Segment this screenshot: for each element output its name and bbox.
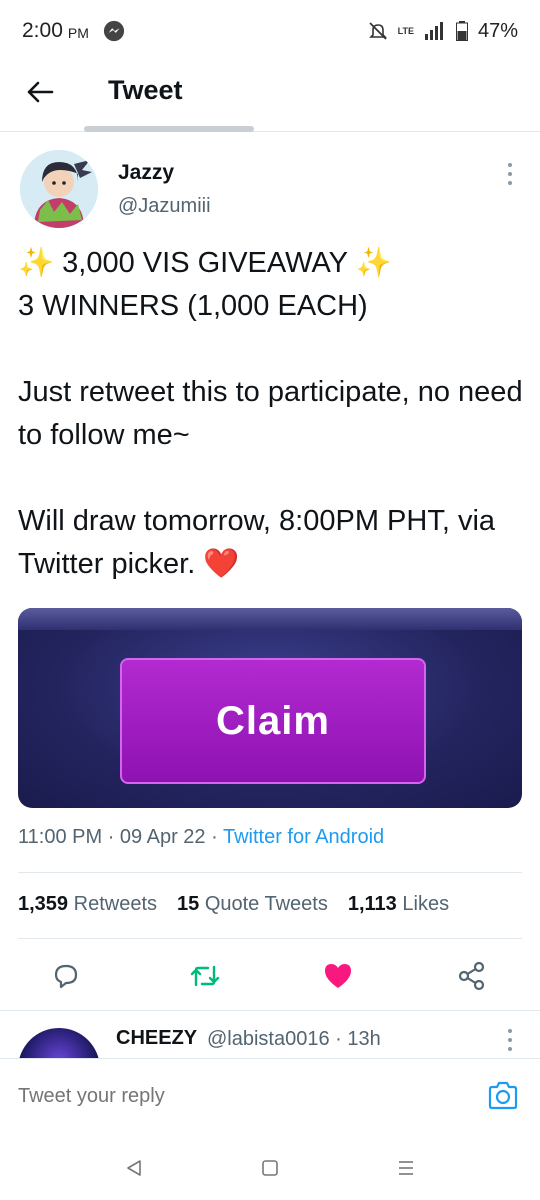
arrow-left-icon	[27, 81, 54, 103]
claim-label: Claim	[216, 698, 330, 743]
retweet-icon	[190, 965, 220, 987]
tweet-media[interactable]: Claim	[18, 608, 522, 808]
reply-composer	[0, 1058, 540, 1136]
retweets-stat[interactable]: 1,359 Retweets	[18, 893, 157, 916]
messenger-icon	[103, 20, 124, 42]
tweet-source-link[interactable]: Twitter for Android	[223, 826, 384, 848]
author-avatar[interactable]	[20, 150, 98, 228]
square-home-icon	[262, 1160, 278, 1176]
app-header: Tweet	[0, 62, 540, 122]
tweet-date: 09 Apr 22	[119, 826, 206, 848]
retweeted-by-line-partial	[84, 126, 254, 132]
nav-back-button[interactable]	[122, 1156, 146, 1180]
triangle-back-icon	[127, 1160, 141, 1176]
nav-home-button[interactable]	[258, 1156, 282, 1180]
likes-label: Likes	[402, 893, 450, 915]
reply-author-name[interactable]: CHEEZY	[116, 1027, 197, 1050]
meta-separator: ·	[107, 826, 120, 848]
more-dot-icon	[508, 1047, 512, 1052]
status-icons: LTE 47%	[368, 20, 518, 43]
back-button[interactable]	[24, 76, 56, 108]
reply-input[interactable]	[18, 1085, 418, 1108]
share-button[interactable]	[454, 958, 490, 994]
tweet-time: 11:00 PM	[18, 826, 103, 848]
reply-author-handle: @labista0016	[207, 1028, 330, 1050]
like-button[interactable]	[320, 958, 356, 994]
heart-filled-icon	[325, 964, 351, 988]
more-dot-icon	[508, 1037, 512, 1042]
tweet-meta: 11:00 PM · 09 Apr 22 · Twitter for Andro…	[18, 826, 384, 849]
tweet-text: ✨ 3,000 VIS GIVEAWAY ✨ 3 WINNERS (1,000 …	[18, 247, 523, 580]
retweet-button[interactable]	[187, 958, 223, 994]
header-divider	[0, 131, 540, 132]
nav-recents-button[interactable]	[394, 1156, 418, 1180]
media-top-strip	[18, 608, 522, 630]
more-dot-icon	[508, 181, 512, 186]
reply-more-options-button[interactable]	[498, 1026, 522, 1054]
author-handle[interactable]: @Jazumiii	[118, 195, 211, 218]
reply-handle-time: @labista0016 · 13h	[207, 1028, 381, 1050]
recents-lines-icon	[399, 1161, 413, 1175]
status-bar: 2:00 PM LTE 47%	[0, 0, 540, 62]
retweets-label: Retweets	[73, 893, 157, 915]
battery-icon	[455, 21, 468, 41]
more-dot-icon	[508, 171, 512, 176]
tweet-stats: 1,359 Retweets 15 Quote Tweets 1,113 Lik…	[18, 893, 449, 916]
camera-button[interactable]	[486, 1079, 520, 1113]
quotes-count: 15	[177, 893, 200, 915]
retweets-count: 1,359	[18, 893, 69, 915]
actions-divider	[0, 1010, 540, 1011]
author-name[interactable]: Jazzy	[118, 161, 174, 185]
battery-percent: 47%	[477, 19, 518, 42]
signal-icon	[424, 22, 443, 40]
stats-divider	[18, 938, 522, 939]
more-dot-icon	[508, 1028, 512, 1033]
media-claim-button-image: Claim	[120, 658, 426, 784]
status-ampm: PM	[67, 24, 89, 41]
camera-icon	[488, 1081, 518, 1110]
quotes-label: Quote Tweets	[204, 893, 328, 915]
mute-icon	[368, 22, 387, 40]
more-dot-icon	[508, 162, 512, 167]
quotes-stat[interactable]: 15 Quote Tweets	[177, 893, 328, 916]
tweet-actions	[0, 946, 540, 1006]
avatar-illustration	[20, 150, 98, 228]
reply-time: 13h	[347, 1028, 381, 1050]
more-options-button[interactable]	[498, 160, 522, 188]
status-time: 2:00	[22, 19, 63, 42]
reply-button[interactable]	[48, 958, 84, 994]
reply-icon	[54, 964, 78, 989]
meta-separator: ·	[211, 826, 223, 848]
page-title: Tweet	[108, 75, 183, 105]
android-nav-bar	[0, 1136, 540, 1200]
share-icon	[458, 961, 485, 991]
likes-count: 1,113	[347, 893, 397, 915]
likes-stat[interactable]: 1,113 Likes	[348, 893, 449, 916]
meta-divider	[18, 872, 522, 873]
lte-indicator: LTE	[397, 25, 414, 36]
